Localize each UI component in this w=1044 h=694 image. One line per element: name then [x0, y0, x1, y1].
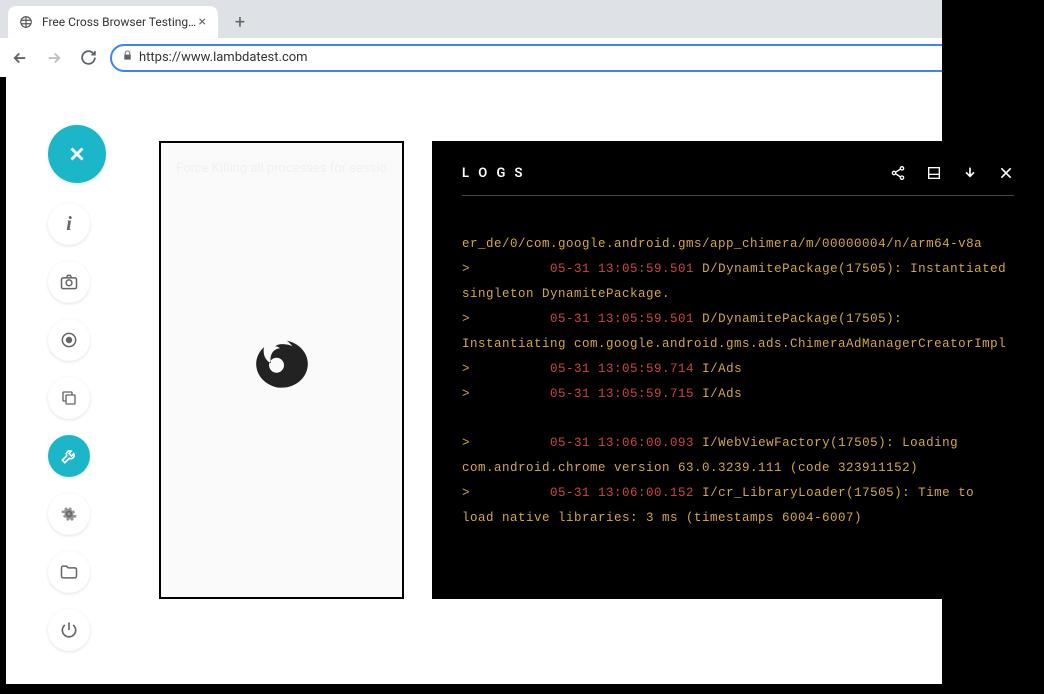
logs-title: L O G S — [462, 166, 525, 181]
sidebar: i — [48, 125, 106, 651]
devtools-button[interactable] — [48, 435, 90, 477]
folder-icon — [59, 562, 79, 582]
logs-actions — [890, 165, 1014, 181]
reload-button[interactable] — [76, 46, 100, 70]
power-button[interactable] — [48, 609, 90, 651]
forward-button[interactable] — [42, 46, 66, 70]
log-line: > 05-31 13:05:59.715 I/Ads — [462, 382, 1014, 407]
download-icon — [962, 165, 978, 181]
split-button[interactable] — [926, 165, 942, 181]
log-line: > 05-31 13:06:00.152 I/cr_LibraryLoader(… — [462, 481, 1014, 531]
log-line: > 05-31 13:05:59.501 D/DynamitePackage(1… — [462, 257, 1014, 307]
address-bar[interactable]: https://www.lambdatest.com — [110, 44, 1002, 72]
device-status-text: Force Killing all processes for sessio — [176, 161, 387, 176]
tab-close-icon[interactable]: × — [197, 14, 208, 30]
record-button[interactable] — [48, 319, 90, 361]
log-line: > 05-31 13:05:59.714 I/Ads — [462, 357, 1014, 382]
log-line: > 05-31 13:05:59.501 D/DynamitePackage(1… — [462, 307, 1014, 357]
lock-icon — [122, 50, 133, 65]
close-session-button[interactable] — [48, 125, 106, 183]
files-button[interactable] — [48, 551, 90, 593]
log-line: > 05-31 13:06:00.093 I/WebViewFactory(17… — [462, 431, 1014, 481]
log-content[interactable]: er_de/0/com.google.android.gms/app_chime… — [462, 232, 1014, 531]
close-icon — [998, 165, 1014, 181]
firefox-logo-icon — [248, 336, 316, 404]
log-line: er_de/0/com.google.android.gms/app_chime… — [462, 232, 1014, 257]
logs-panel: L O G S er_de/0/com.google.android.gms/a… — [432, 141, 1044, 599]
copy-button[interactable] — [48, 377, 90, 419]
download-button[interactable] — [962, 165, 978, 181]
copy-icon — [60, 389, 78, 407]
gear-icon — [59, 504, 79, 524]
camera-icon — [59, 272, 79, 292]
settings-button[interactable] — [48, 493, 90, 535]
split-icon — [926, 165, 942, 181]
info-icon: i — [66, 213, 72, 236]
logs-header: L O G S — [462, 165, 1014, 196]
close-logs-button[interactable] — [998, 165, 1014, 181]
tab-bar: Free Cross Browser Testing Clou × + — [0, 0, 1044, 38]
record-icon — [59, 330, 79, 350]
power-icon — [59, 620, 79, 640]
screenshot-button[interactable] — [48, 261, 90, 303]
browser-tab[interactable]: Free Cross Browser Testing Clou × — [8, 6, 218, 38]
tools-icon — [59, 446, 79, 466]
tab-favicon-icon — [18, 14, 34, 30]
new-tab-button[interactable]: + — [226, 8, 254, 36]
browser-chrome: Free Cross Browser Testing Clou × + http… — [0, 0, 1044, 77]
share-button[interactable] — [890, 165, 906, 181]
url-text: https://www.lambdatest.com — [139, 50, 308, 65]
device-frame: Force Killing all processes for sessio — [159, 141, 404, 599]
info-button[interactable]: i — [48, 203, 90, 245]
share-icon — [890, 165, 906, 181]
address-bar-row: https://www.lambdatest.com ⋮ — [0, 38, 1044, 77]
back-button[interactable] — [8, 46, 32, 70]
tab-title: Free Cross Browser Testing Clou — [42, 15, 197, 29]
